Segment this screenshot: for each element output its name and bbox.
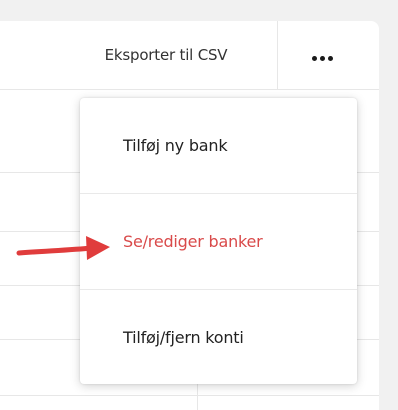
menu-item-add-bank[interactable]: Tilføj ny bank xyxy=(80,98,357,193)
menu-item-add-remove-accounts[interactable]: Tilføj/fjern konti xyxy=(80,290,357,385)
more-horizontal-icon xyxy=(310,55,334,61)
column-divider xyxy=(197,384,198,410)
options-dropdown-menu: Tilføj ny bank Se/rediger banker Tilføj/… xyxy=(80,98,357,384)
toolbar-divider xyxy=(277,21,278,89)
menu-item-view-edit-banks[interactable]: Se/rediger banker xyxy=(80,194,357,289)
export-csv-button[interactable]: Eksporter til CSV xyxy=(76,46,256,64)
menu-item-label: Tilføj ny bank xyxy=(123,136,228,155)
red-pointer-arrow-icon xyxy=(16,236,110,260)
table-row-divider xyxy=(0,395,379,396)
more-options-button[interactable] xyxy=(292,40,352,76)
menu-item-label: Tilføj/fjern konti xyxy=(123,328,244,347)
menu-item-label: Se/rediger banker xyxy=(123,232,263,251)
table-divider xyxy=(0,89,379,90)
